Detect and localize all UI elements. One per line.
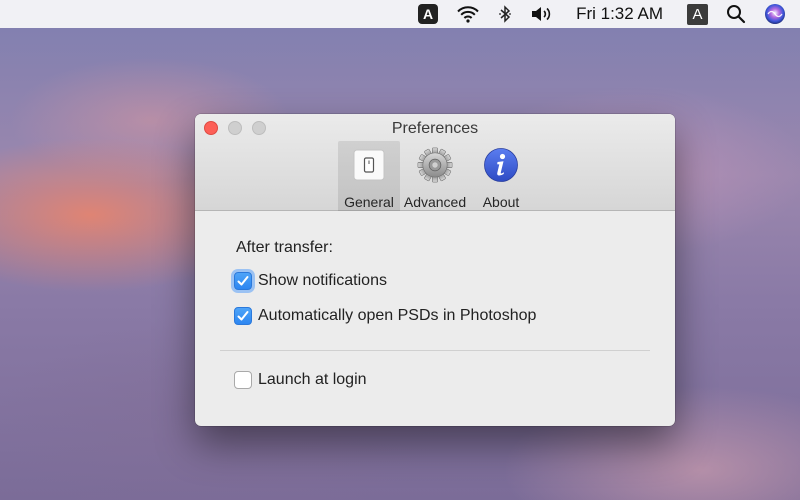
checkmark-icon bbox=[237, 276, 249, 286]
section-divider bbox=[220, 350, 650, 351]
launch-at-login-label[interactable]: Launch at login bbox=[258, 371, 367, 389]
launch-at-login-checkbox[interactable] bbox=[234, 371, 252, 389]
volume-status-item[interactable] bbox=[530, 0, 554, 28]
spotlight-item[interactable] bbox=[726, 0, 746, 28]
app-status-item[interactable]: A bbox=[418, 0, 439, 28]
tab-advanced[interactable]: Advanced bbox=[404, 141, 466, 211]
bluetooth-status-item[interactable] bbox=[498, 0, 512, 28]
input-source-item[interactable]: A bbox=[687, 0, 708, 28]
bluetooth-icon bbox=[499, 5, 511, 23]
checkmark-icon bbox=[237, 311, 249, 321]
show-notifications-option[interactable]: Show notifications bbox=[234, 272, 387, 290]
show-notifications-label[interactable]: Show notifications bbox=[258, 272, 387, 290]
tab-general-label: General bbox=[344, 194, 394, 210]
launch-at-login-option[interactable]: Launch at login bbox=[234, 371, 367, 389]
open-psds-checkbox[interactable] bbox=[234, 307, 252, 325]
window-title: Preferences bbox=[391, 120, 479, 137]
open-psds-label[interactable]: Automatically open PSDs in Photoshop bbox=[258, 307, 536, 325]
wifi-status-item[interactable] bbox=[456, 0, 480, 28]
tab-about[interactable]: About bbox=[470, 141, 532, 211]
preferences-toolbar: General Advanced About bbox=[195, 141, 675, 211]
switch-icon bbox=[351, 147, 387, 183]
tab-general[interactable]: General bbox=[338, 141, 400, 211]
input-source-icon: A bbox=[687, 3, 708, 25]
tab-about-label: About bbox=[482, 194, 520, 210]
show-notifications-checkbox[interactable] bbox=[234, 272, 252, 290]
siri-item[interactable] bbox=[764, 0, 786, 28]
gear-icon bbox=[417, 147, 453, 183]
app-a-icon: A bbox=[418, 4, 439, 24]
menu-bar: A Fri 1:32 AM A bbox=[0, 0, 800, 28]
tab-advanced-label: Advanced bbox=[403, 194, 467, 210]
search-icon bbox=[727, 5, 746, 24]
siri-icon bbox=[765, 4, 785, 24]
preferences-window: Preferences General Advanced About After… bbox=[195, 114, 675, 426]
open-psds-option[interactable]: Automatically open PSDs in Photoshop bbox=[234, 307, 536, 325]
menubar-clock[interactable]: Fri 1:32 AM bbox=[576, 0, 663, 28]
volume-icon bbox=[532, 7, 551, 21]
wifi-icon bbox=[457, 6, 479, 23]
after-transfer-heading: After transfer: bbox=[236, 239, 333, 256]
window-titlebar[interactable]: Preferences General Advanced About bbox=[195, 114, 675, 211]
info-icon bbox=[483, 147, 519, 183]
